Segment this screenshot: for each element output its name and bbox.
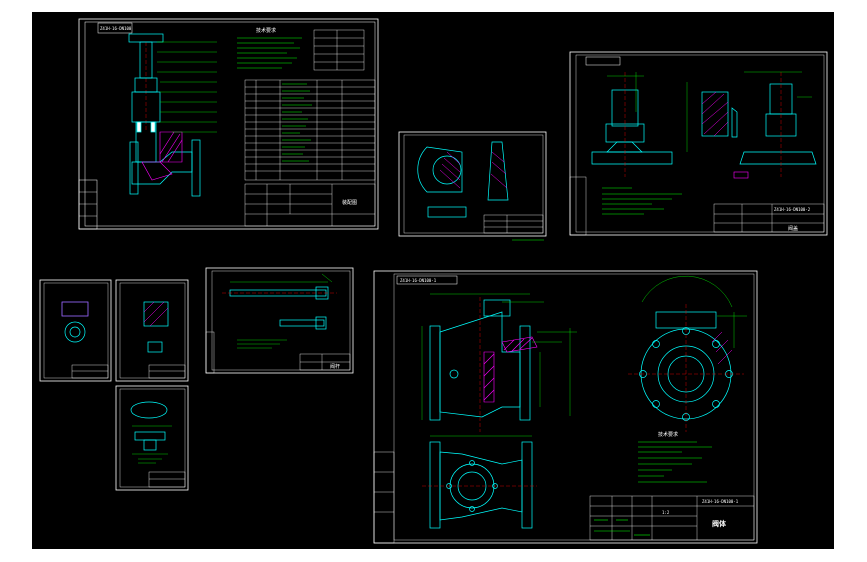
stem-part-name: 阀杆 bbox=[330, 363, 340, 370]
handwheel-hatch bbox=[439, 151, 508, 189]
sheet-body[interactable]: Z41H-16-DN100-1 技术要求 1:2 Z41H-16-DN100-1… bbox=[373, 270, 758, 544]
assembly-valve-geometry bbox=[128, 33, 201, 197]
stem-dimensions bbox=[230, 273, 333, 349]
stem-geometry bbox=[222, 286, 337, 330]
drawing-svg: Z41H-16-DN100 技术要求 装配图 Z41H-16-DN100-2 阀… bbox=[39, 18, 828, 544]
bonnet-front-view bbox=[591, 72, 673, 177]
bonnet-title-block bbox=[569, 176, 825, 236]
sheet-assembly[interactable]: Z41H-16-DN100 技术要求 装配图 bbox=[78, 18, 379, 230]
assembly-hatch bbox=[141, 131, 183, 181]
part-b-title-block bbox=[148, 364, 186, 379]
assembly-label: 装配图 bbox=[342, 199, 357, 206]
bonnet-side-view bbox=[739, 72, 817, 177]
part-a-geometry bbox=[61, 301, 89, 343]
assembly-tech-notes bbox=[237, 37, 302, 69]
assembly-parts-text bbox=[282, 83, 312, 162]
assembly-leaders bbox=[157, 41, 217, 133]
cad-canvas[interactable]: Z41H-16-DN100 技术要求 装配图 Z41H-16-DN100-2 阀… bbox=[32, 12, 834, 549]
body-title-block-text bbox=[594, 519, 650, 536]
body-front-section bbox=[429, 297, 531, 432]
sheet-part-c[interactable] bbox=[115, 385, 189, 491]
body-side-view bbox=[628, 304, 744, 432]
bonnet-hatch bbox=[701, 91, 729, 137]
assembly-spec-table bbox=[313, 29, 365, 71]
body-drawing-no: Z41H-16-DN100-1 bbox=[702, 499, 739, 504]
assembly-tech-title: 技术要求 bbox=[256, 27, 276, 34]
part-c-title-block bbox=[148, 471, 186, 488]
part-b-geometry bbox=[143, 301, 169, 353]
handwheel-title-block bbox=[483, 214, 544, 234]
body-tech-notes bbox=[638, 441, 712, 483]
body-left-strip bbox=[373, 451, 395, 544]
body-drawing-no-tab: Z41H-16-DN100-1 bbox=[400, 278, 437, 283]
assembly-parts-list bbox=[244, 79, 376, 181]
sheet-part-b[interactable] bbox=[115, 279, 189, 382]
assembly-drawing-no: Z41H-16-DN100 bbox=[100, 26, 132, 31]
part-a-title-block bbox=[71, 364, 109, 379]
sheet-handwheel[interactable] bbox=[398, 131, 547, 241]
sheet-bonnet[interactable]: Z41H-16-DN100-2 阀盖 bbox=[569, 51, 828, 236]
body-part-name: 阀体 bbox=[712, 519, 727, 528]
body-top-view bbox=[422, 441, 537, 529]
part-b-hatch bbox=[143, 301, 169, 327]
sheet-part-a[interactable] bbox=[39, 279, 112, 382]
body-tech-title: 技术要求 bbox=[658, 431, 678, 438]
body-front-hatch bbox=[483, 336, 538, 403]
handwheel-geometry bbox=[417, 141, 509, 218]
body-side-hatch bbox=[711, 331, 733, 365]
bonnet-part-name: 阀盖 bbox=[788, 225, 798, 232]
bonnet-drawing-no: Z41H-16-DN100-2 bbox=[774, 207, 811, 212]
stem-title-block bbox=[205, 331, 351, 374]
bonnet-tech-notes bbox=[602, 187, 682, 215]
part-c-dimensions bbox=[132, 425, 172, 464]
body-scale: 1:2 bbox=[662, 510, 670, 515]
sheet-stem[interactable]: 阀杆 bbox=[205, 267, 354, 374]
